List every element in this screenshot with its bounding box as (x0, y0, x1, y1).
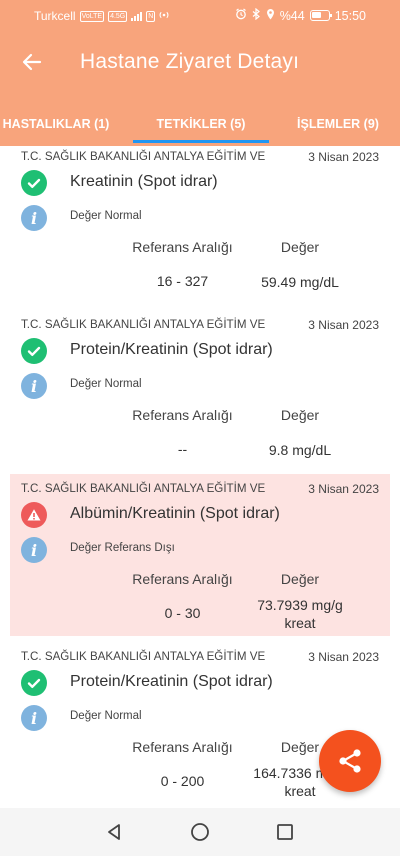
result-date: 3 Nisan 2023 (308, 318, 379, 332)
reference-range-label: Referans Aralığı (132, 571, 233, 587)
back-triangle-icon (108, 824, 120, 840)
reference-range-label: Referans Aralığı (132, 407, 233, 423)
check-circle-icon (21, 338, 47, 364)
reference-range-value: -- (177, 441, 188, 457)
test-name: Protein/Kreatinin (Spot idrar) (70, 341, 273, 358)
system-nav-bar (0, 808, 400, 856)
carrier-name: Turkcell (34, 9, 76, 23)
test-result-card[interactable]: T.C. SAĞLIK BAKANLIĞI ANTALYA EĞİTİM VE … (10, 146, 390, 298)
tab-diseases[interactable]: HASTALIKLAR (1) (0, 104, 112, 144)
nav-home-button[interactable] (188, 820, 212, 844)
check-circle-icon (21, 170, 47, 196)
network-type: 4.5G (108, 10, 128, 22)
battery-percent: %44 (279, 8, 305, 23)
reference-range-value: 0 - 200 (160, 773, 205, 789)
share-icon (339, 749, 361, 773)
test-results-list[interactable]: T.C. SAĞLIK BAKANLIĞI ANTALYA EĞİTİM VE … (0, 146, 400, 808)
active-tab-indicator (133, 140, 269, 143)
check-circle-icon (21, 670, 47, 696)
warning-icon (21, 502, 47, 528)
info-icon: i (21, 373, 47, 399)
signal-icon (131, 11, 143, 21)
recents-square-icon (277, 824, 293, 840)
result-status-text: Değer Normal (70, 378, 142, 390)
result-date: 3 Nisan 2023 (308, 150, 379, 164)
arrow-left-icon (22, 53, 42, 71)
test-value: 9.8 mg/dL (268, 442, 332, 458)
test-result-card[interactable]: T.C. SAĞLIK BAKANLIĞI ANTALYA EĞİTİM VE … (10, 310, 390, 466)
volte-badge: VoLTE (79, 10, 105, 22)
tab-procedures[interactable]: İŞLEMLER (9) (292, 104, 384, 144)
nav-recents-button[interactable] (273, 820, 297, 844)
reference-range-label: Referans Aralığı (132, 239, 233, 255)
test-name: Kreatinin (Spot idrar) (70, 173, 218, 190)
status-bar: Turkcell VoLTE 4.5G N %44 15:50 (0, 0, 400, 30)
share-button[interactable] (319, 730, 381, 792)
app-bar: Turkcell VoLTE 4.5G N %44 15:50 Hastane … (0, 0, 400, 146)
result-status-text: Değer Referans Dışı (70, 542, 175, 554)
result-date: 3 Nisan 2023 (308, 482, 379, 496)
nav-back-button[interactable] (102, 820, 126, 844)
test-result-card-alert[interactable]: T.C. SAĞLIK BAKANLIĞI ANTALYA EĞİTİM VE … (10, 474, 390, 636)
back-button[interactable] (14, 44, 50, 80)
nfc-icon: N (146, 10, 156, 22)
value-label: Değer (280, 571, 320, 587)
hospital-name: T.C. SAĞLIK BAKANLIĞI ANTALYA EĞİTİM VE (21, 150, 266, 163)
result-status-text: Değer Normal (70, 710, 142, 722)
clock: 15:50 (334, 8, 366, 23)
test-value: 59.49 mg/dL (261, 274, 339, 290)
reference-range-value: 0 - 30 (164, 605, 201, 621)
info-icon: i (21, 705, 47, 731)
page-title: Hastane Ziyaret Detayı (80, 50, 300, 73)
bluetooth-icon (252, 7, 261, 23)
test-name: Albümin/Kreatinin (Spot idrar) (70, 505, 280, 522)
home-circle-icon (191, 823, 209, 841)
tab-bar: HASTALIKLAR (1) TETKİKLER (5) İŞLEMLER (… (0, 104, 400, 144)
value-label: Değer (280, 407, 320, 423)
battery-icon (309, 10, 332, 21)
info-icon: i (21, 537, 47, 563)
tab-tests[interactable]: TETKİKLER (5) (133, 104, 269, 144)
result-date: 3 Nisan 2023 (308, 650, 379, 664)
hotspot-icon (159, 9, 169, 23)
hospital-name: T.C. SAĞLIK BAKANLIĞI ANTALYA EĞİTİM VE (21, 318, 266, 331)
reference-range-label: Referans Aralığı (132, 739, 233, 755)
hospital-name: T.C. SAĞLIK BAKANLIĞI ANTALYA EĞİTİM VE (21, 650, 266, 663)
info-icon: i (21, 205, 47, 231)
hospital-name: T.C. SAĞLIK BAKANLIĞI ANTALYA EĞİTİM VE (21, 482, 266, 495)
location-icon (266, 8, 275, 23)
alarm-icon (235, 8, 247, 23)
value-label: Değer (280, 239, 320, 255)
result-status-text: Değer Normal (70, 210, 142, 222)
test-value: 73.7939 mg/g kreat (257, 597, 343, 631)
reference-range-value: 16 - 327 (156, 273, 209, 289)
test-name: Protein/Kreatinin (Spot idrar) (70, 673, 273, 690)
